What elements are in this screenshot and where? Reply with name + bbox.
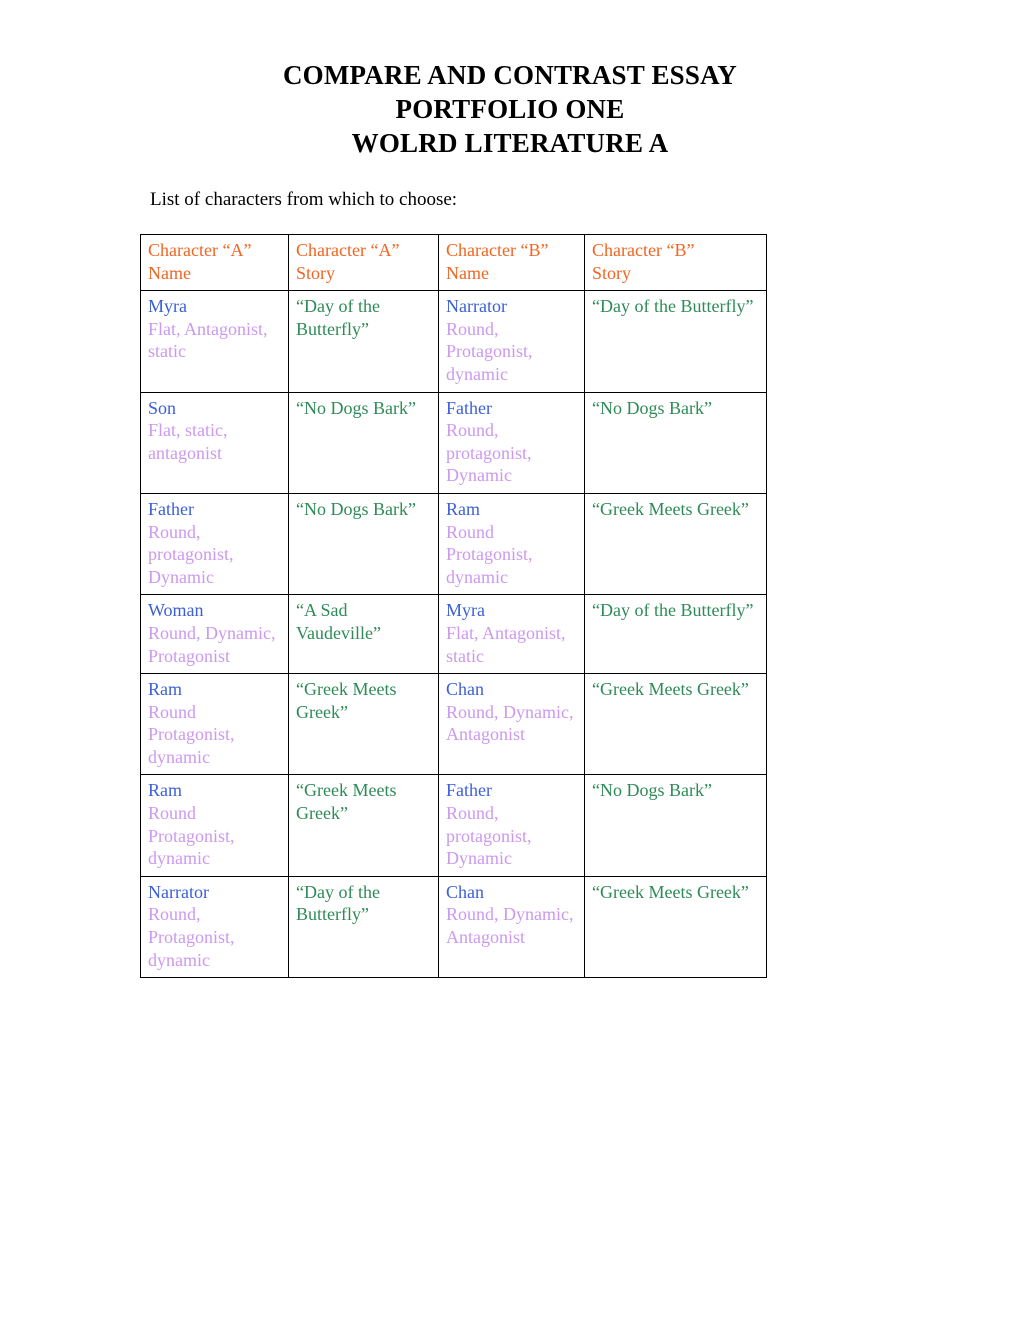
character-b-traits: Round Protagonist, dynamic — [446, 521, 533, 587]
story-a-cell: “No Dogs Bark” — [288, 391, 439, 494]
story-b-cell: “No Dogs Bark” — [584, 391, 767, 494]
document-page: COMPARE AND CONTRAST ESSAY PORTFOLIO ONE… — [0, 0, 1020, 1320]
column-header-b-story-line2: Story — [592, 262, 632, 283]
character-b-traits: Round, protagonist, Dynamic — [446, 420, 532, 486]
character-b-cell: Father Round, protagonist, Dynamic — [438, 774, 585, 877]
table-row: Ram Round Protagonist, dynamic “Greek Meet… — [140, 774, 767, 877]
character-b-cell: Father Round, protagonist, Dynamic — [438, 391, 585, 494]
column-header-a-story: Character “A” Story — [288, 233, 439, 292]
character-a-cell: Son Flat, static, antagonist — [140, 391, 289, 494]
story-b-cell: “Greek Meets Greek” — [584, 673, 767, 776]
character-b-name: Ram — [446, 498, 480, 519]
character-a-name: Narrator — [148, 881, 209, 902]
character-b-traits: Flat, Antagonist, static — [446, 622, 566, 666]
character-a-name: Myra — [148, 296, 187, 317]
column-header-a-story-line2: Story — [296, 262, 336, 283]
character-a-cell: Woman Round, Dynamic, Protagonist — [140, 594, 289, 675]
character-a-cell: Ram Round Protagonist, dynamic — [140, 673, 289, 776]
character-b-name: Myra — [446, 600, 485, 621]
character-a-name: Father — [148, 498, 194, 519]
column-header-b-story-line1: Character “B” — [592, 240, 695, 260]
character-b-cell: Myra Flat, Antagonist, static — [438, 594, 585, 675]
column-header-b-name-line2: Name — [446, 262, 489, 283]
story-b-cell: “No Dogs Bark” — [584, 774, 767, 877]
story-b-cell: “Greek Meets Greek” — [584, 875, 767, 979]
story-a-cell: “No Dogs Bark” — [288, 492, 439, 596]
character-b-traits: Round, Dynamic, Antagonist — [446, 904, 574, 948]
story-a-cell: “Greek Meets Greek” — [288, 673, 439, 776]
character-a-traits: Round, Dynamic, Protagonist — [148, 622, 276, 666]
character-a-cell: Father Round, protagonist, Dynamic — [140, 492, 289, 596]
character-a-cell: Narrator Round, Protagonist, dynamic — [140, 875, 289, 979]
story-a-cell: “Greek Meets Greek” — [288, 774, 439, 877]
table-header: Character “A” Name Character “A” Story C… — [140, 233, 767, 292]
character-b-cell: Narrator Round, Protagonist, dynamic — [438, 290, 585, 393]
story-a-cell: “A Sad Vaudeville” — [288, 594, 439, 675]
character-b-traits: Round, protagonist, Dynamic — [446, 803, 532, 869]
character-a-name: Ram — [148, 780, 182, 801]
character-b-cell: Chan Round, Dynamic, Antagonist — [438, 673, 585, 776]
character-a-name: Woman — [148, 600, 204, 621]
character-b-name: Chan — [446, 881, 484, 902]
character-a-traits: Round, protagonist, Dynamic — [148, 521, 234, 587]
table-row: Woman Round, Dynamic, Protagonist “A Sad V… — [140, 594, 767, 675]
character-a-cell: Ram Round Protagonist, dynamic — [140, 774, 289, 877]
title-line-1: COMPARE AND CONTRAST ESSAY — [282, 60, 738, 90]
story-a-cell: “Day of the Butterfly” — [288, 290, 439, 393]
story-b-cell: “Day of the Butterfly” — [584, 290, 767, 393]
title-line-2: PORTFOLIO ONE — [395, 94, 625, 124]
column-header-b-name-line1: Character “B” — [446, 240, 549, 260]
story-a-cell: “Day of the Butterfly” — [288, 875, 439, 979]
table-row: Father Round, protagonist, Dynamic “No Dog… — [140, 492, 767, 596]
column-header-a-name-line2: Name — [148, 262, 191, 283]
character-a-traits: Flat, Antagonist, static — [148, 318, 268, 362]
character-b-traits: Round, Dynamic, Antagonist — [446, 701, 574, 745]
table-header-row: Character “A” Name Character “A” Story C… — [140, 233, 767, 292]
table-row: Ram Round Protagonist, dynamic “Greek Meet… — [140, 673, 767, 776]
table-row: Myra Flat, Antagonist, static “Day of the … — [140, 290, 767, 393]
character-b-name: Father — [446, 397, 492, 418]
character-b-name: Chan — [446, 679, 484, 700]
character-a-traits: Flat, static, antagonist — [148, 420, 228, 463]
intro-text: List of characters from which to choose: — [150, 189, 458, 210]
character-b-name: Father — [446, 780, 492, 801]
character-a-traits: Round, Protagonist, dynamic — [148, 904, 235, 970]
column-header-a-story-line1: Character “A” — [296, 240, 400, 260]
character-b-cell: Chan Round, Dynamic, Antagonist — [438, 875, 585, 979]
character-a-traits: Round Protagonist, dynamic — [148, 803, 235, 869]
document-title: COMPARE AND CONTRAST ESSAY PORTFOLIO ONE… — [0, 58, 1020, 160]
character-a-name: Son — [148, 397, 177, 418]
column-header-a-name: Character “A” Name — [140, 233, 289, 292]
table-row: Son Flat, static, antagonist “No Dogs Bark… — [140, 391, 767, 494]
story-b-cell: “Day of the Butterfly” — [584, 594, 767, 675]
character-b-traits: Round, Protagonist, dynamic — [446, 318, 533, 384]
story-b-cell: “Greek Meets Greek” — [584, 492, 767, 596]
column-header-a-name-line1: Character “A” — [148, 240, 252, 260]
column-header-b-name: Character “B” Name — [438, 233, 585, 292]
character-b-cell: Ram Round Protagonist, dynamic — [438, 492, 585, 596]
column-header-b-story: Character “B” Story — [584, 233, 767, 292]
character-table: Character “A” Name Character “A” Story C… — [140, 233, 767, 979]
table-row: Narrator Round, Protagonist, dynamic “Day … — [140, 875, 767, 979]
character-a-traits: Round Protagonist, dynamic — [148, 701, 235, 767]
character-a-name: Ram — [148, 679, 182, 700]
character-b-name: Narrator — [446, 296, 507, 317]
title-line-3: WOLRD LITERATURE A — [351, 128, 669, 158]
character-a-cell: Myra Flat, Antagonist, static — [140, 290, 289, 393]
table-body: Myra Flat, Antagonist, static “Day of the … — [140, 290, 767, 979]
